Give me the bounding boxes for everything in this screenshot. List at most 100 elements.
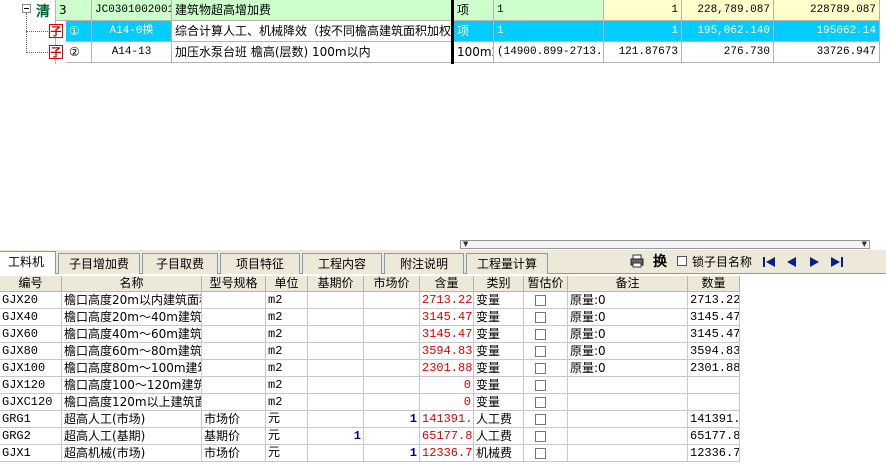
code-cell: GRG1 [0,411,62,428]
unit-price-cell: 228,789.087 [682,0,774,21]
base-cell [308,292,364,309]
base-cell [308,411,364,428]
qty-cell: 3145.478 [420,326,474,343]
horizontal-scrollbar[interactable]: ▼ ▼ [460,240,870,249]
qty-expr-cell: 1 [494,21,604,42]
sub-item-row[interactable]: ② A14-13 加压水泵台班 檐高(层数) 100m以内 100m2 (149… [0,42,886,63]
chevron-down-icon[interactable]: ▼ [463,241,468,248]
tab-notes[interactable]: 附注说明 [384,253,464,274]
spec-cell [202,377,266,394]
code-cell: GRG2 [0,428,62,445]
tab-work-content[interactable]: 工程内容 [302,253,382,274]
resource-row[interactable]: GJX40檐口高度20m～40m建筑面积m23145.478变量原量:03145… [0,309,886,326]
column-header[interactable]: 单位 [266,276,308,292]
amount-cell: 65177.87 [688,428,740,445]
bill-row[interactable]: 3 JC0301002001 建筑物超高增加费 项 1 1 228,789.08… [0,0,886,21]
cat-cell: 变量 [474,309,524,326]
resource-row[interactable]: GRG1超高人工(市场)市场价元1141391.6人工费141391.6 [0,411,886,428]
note-cell [568,394,688,411]
unit-price-cell: 195,062.140 [682,21,774,42]
total-cell: 228789.087 [774,0,880,21]
column-header[interactable]: 市场价 [364,276,420,292]
column-header[interactable]: 名称 [62,276,202,292]
provisional-price-checkbox[interactable] [535,448,546,459]
unit-cell: 项 [454,21,494,42]
unit-cell: m2 [266,377,308,394]
name-cell: 建筑物超高增加费 [172,0,452,21]
previous-record-icon[interactable] [784,256,798,268]
qty-expr-cell: 1 [494,0,604,21]
provisional-price-checkbox[interactable] [535,363,546,374]
next-record-icon[interactable] [808,256,822,268]
column-header[interactable]: 暂估价 [524,276,568,292]
provisional-price-checkbox[interactable] [535,346,546,357]
lock-name-checkbox[interactable] [677,256,687,266]
provisional-price-checkbox[interactable] [535,380,546,391]
provisional-price-checkbox[interactable] [535,397,546,408]
chevron-down-icon[interactable]: ▼ [862,241,867,248]
column-header[interactable]: 编号 [0,276,62,292]
provisional-price-cell [524,411,568,428]
unit-cell: 100m2 [454,42,494,63]
name-cell: 超高人工(基期) [62,428,202,445]
code-cell: JC0301002001 [92,0,172,21]
qty-cell: 1 [604,0,682,21]
provisional-price-checkbox[interactable] [535,431,546,442]
last-record-icon[interactable] [830,256,844,268]
resource-row[interactable]: GJX1超高机械(市场)市场价元112336.73机械费12336.73 [0,445,886,462]
sub-item-row-selected[interactable]: ① A14-0换 综合计算人工、机械降效（按不同檐高建筑面积加权 项 1 1 1… [0,21,886,42]
tab-sub-item-surcharge[interactable]: 子目增加费 [58,253,140,274]
column-header[interactable]: 类别 [474,276,524,292]
base-cell [308,360,364,377]
provisional-price-checkbox[interactable] [535,295,546,306]
column-header[interactable]: 型号规格 [202,276,266,292]
amount-cell [688,377,740,394]
first-record-icon[interactable] [762,256,776,268]
swap-button[interactable]: 换 [653,251,667,271]
tab-item-features[interactable]: 项目特征 [220,253,300,274]
provisional-price-cell [524,326,568,343]
resource-row[interactable]: GJX20 檐口高度20m以内建筑面积 m2 2713.226 变量 原量:0 2713.2… [0,292,886,309]
spec-cell [202,292,266,309]
tab-quantity-calc[interactable]: 工程量计算 [466,253,548,274]
provisional-price-checkbox[interactable] [535,414,546,425]
tab-sub-item-fee[interactable]: 子目取费 [142,253,218,274]
code-cell: GJX40 [0,309,62,326]
resource-row[interactable]: GRG2超高人工(基期)基期价元165177.87人工费65177.87 [0,428,886,445]
qty-cell: 141391.6 [420,411,474,428]
resource-row[interactable]: GJX100檐口高度80m～100m建筑面积m22301.885变量原量:023… [0,360,886,377]
printer-icon[interactable] [630,254,644,268]
unit-cell: 项 [454,0,494,21]
base-cell [308,309,364,326]
market-cell [364,309,420,326]
market-cell [364,377,420,394]
seq-cell: 3 [56,0,92,21]
column-header[interactable]: 含量 [420,276,474,292]
cat-cell: 变量 [474,360,524,377]
tab-labor-material-machine[interactable]: 工料机 [0,251,56,274]
column-splitter[interactable] [451,0,454,64]
column-header[interactable]: 基期价 [308,276,364,292]
unit-cell: m2 [266,309,308,326]
cat-cell: 变量 [474,326,524,343]
qty-expr-cell: (14900.899-2713.22 [494,42,604,63]
amount-cell: 2301.885 [688,360,740,377]
spec-cell [202,326,266,343]
resource-row[interactable]: GJX120檐口高度100～120m建筑面积 m2 0变量 [0,377,886,394]
note-cell [568,428,688,445]
market-cell: 1 [364,445,420,462]
name-cell: 檐口高度20m以内建筑面积 [62,292,202,309]
column-header[interactable]: 数量 [688,276,740,292]
provisional-price-checkbox[interactable] [535,329,546,340]
name-cell[interactable]: 综合计算人工、机械降效（按不同檐高建筑面积加权 [172,21,452,42]
resource-row[interactable]: GJX60檐口高度40m～60m建筑面积m23145.478变量原量:03145… [0,326,886,343]
base-cell: 1 [308,428,364,445]
provisional-price-checkbox[interactable] [535,312,546,323]
resource-row[interactable]: GJX80檐口高度60m～80m建筑面积m23594.832变量原量:03594… [0,343,886,360]
column-header[interactable]: 备注 [568,276,688,292]
unit-cell: m2 [266,394,308,411]
provisional-price-cell [524,292,568,309]
resource-row[interactable]: GJXC120檐口高度120m以上建筑面积 m2 0变量 [0,394,886,411]
provisional-price-cell [524,309,568,326]
qty-cell: 1 [604,21,682,42]
